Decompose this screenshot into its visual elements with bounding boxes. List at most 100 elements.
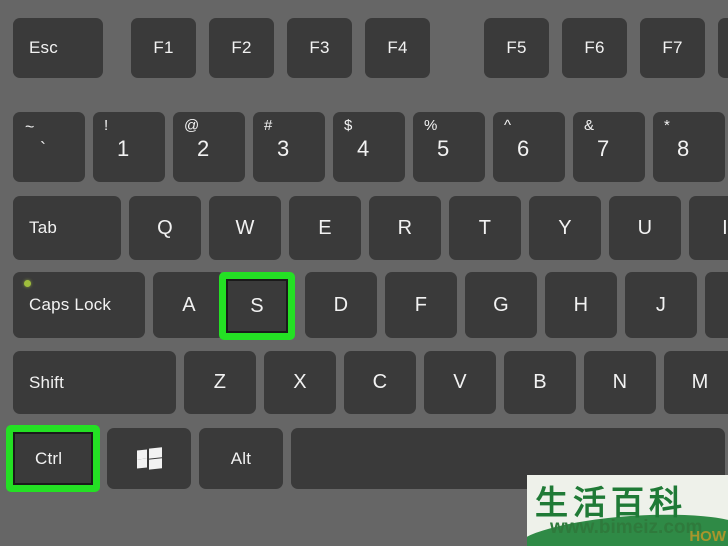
key-4[interactable]: $ 4 [333,112,405,182]
key-ctrl-highlighted[interactable]: Ctrl [6,425,100,492]
key-c[interactable]: C [344,351,416,414]
key-label: T [478,216,492,239]
key-shift-legend: # [264,117,273,134]
key-label: D [333,293,349,316]
key-r[interactable]: R [369,196,441,260]
key-label: Z [213,371,227,393]
key-caps-lock[interactable]: Caps Lock [13,272,145,338]
caps-lock-led-icon [24,280,31,287]
key-label: F6 [584,38,605,57]
key-q[interactable]: Q [129,196,201,260]
key-windows[interactable] [107,428,191,489]
key-shift-legend: @ [184,117,200,134]
key-label: Esc [29,38,58,57]
key-label: H [573,293,589,316]
watermark-url: www.bimeiz.com [550,517,703,538]
watermark: 生活百科 www.bimeiz.com HOW [527,475,728,546]
key-alt[interactable]: Alt [199,428,283,489]
watermark-ghost-text: HOW [689,528,726,545]
key-label: F4 [387,38,408,57]
key-1[interactable]: ! 1 [93,112,165,182]
key-label: 2 [197,136,210,161]
key-h[interactable]: H [545,272,617,338]
key-6[interactable]: ^ 6 [493,112,565,182]
key-label: 7 [597,136,610,161]
key-f4[interactable]: F4 [365,18,430,78]
key-label: Caps Lock [29,295,112,314]
key-label: X [293,371,307,393]
key-e[interactable]: E [289,196,361,260]
key-k-partial[interactable]: K [705,272,728,338]
key-label: Shift [29,372,65,392]
key-label: S [250,294,264,317]
key-label: A [182,293,196,316]
key-f[interactable]: F [385,272,457,338]
key-shift-legend: ! [104,117,109,134]
key-label: B [533,371,547,393]
key-label: V [453,371,467,393]
key-label: 3 [277,136,290,161]
key-f3[interactable]: F3 [287,18,352,78]
key-5[interactable]: % 5 [413,112,485,182]
key-label: E [318,216,332,239]
key-label: U [637,216,653,239]
key-label: R [397,216,413,239]
key-label: 1 [117,136,130,161]
key-i-partial[interactable]: I [689,196,728,260]
key-label: Alt [230,448,252,468]
key-b[interactable]: B [504,351,576,414]
key-label: Ctrl [35,448,63,468]
key-shift-legend: * [664,117,671,134]
key-label: J [655,293,667,316]
key-f5[interactable]: F5 [484,18,549,78]
key-a[interactable]: A [153,272,225,338]
key-label: F7 [662,38,683,57]
key-esc[interactable]: Esc [13,18,103,78]
key-y[interactable]: Y [529,196,601,260]
key-s-highlighted[interactable]: S [219,272,295,340]
key-shift[interactable]: Shift [13,351,176,414]
key-2[interactable]: @ 2 [173,112,245,182]
key-label: Q [157,216,173,239]
key-f1[interactable]: F1 [131,18,196,78]
keyboard: Esc F1 F2 F3 F4 F5 F6 F7 ~ ` ! 1 @ 2 # 3… [0,0,728,546]
key-label: F2 [231,38,252,57]
key-j[interactable]: J [625,272,697,338]
key-label: G [493,293,509,316]
key-label: F3 [309,38,330,57]
key-f2[interactable]: F2 [209,18,274,78]
keyboard-screenshot: Esc F1 F2 F3 F4 F5 F6 F7 ~ ` ! 1 @ 2 # 3… [0,0,728,546]
key-shift-legend: ^ [504,117,512,134]
key-n[interactable]: N [584,351,656,414]
key-8[interactable]: * 8 [653,112,725,182]
key-shift-legend: & [584,117,595,134]
key-v[interactable]: V [424,351,496,414]
key-label: 4 [357,136,370,161]
key-label: N [612,371,628,393]
key-backtick[interactable]: ~ ` [13,112,85,182]
key-label: 5 [437,136,450,161]
key-shift-legend: ~ [25,119,35,136]
key-m[interactable]: M [664,351,728,414]
key-3[interactable]: # 3 [253,112,325,182]
key-label: F1 [153,38,174,57]
key-z[interactable]: Z [184,351,256,414]
key-t[interactable]: T [449,196,521,260]
key-x[interactable]: X [264,351,336,414]
key-tab[interactable]: Tab [13,196,121,260]
key-label: Y [558,216,572,239]
key-g[interactable]: G [465,272,537,338]
key-shift-legend: % [424,117,438,134]
key-f6[interactable]: F6 [562,18,627,78]
key-label: 6 [517,136,530,161]
key-label: F [414,293,428,316]
key-label: W [235,216,255,239]
key-label: M [691,371,709,393]
key-d[interactable]: D [305,272,377,338]
key-f7[interactable]: F7 [640,18,705,78]
key-u[interactable]: U [609,196,681,260]
key-f8-partial[interactable] [718,18,728,78]
key-label: 8 [677,136,690,161]
key-w[interactable]: W [209,196,281,260]
key-7[interactable]: & 7 [573,112,645,182]
